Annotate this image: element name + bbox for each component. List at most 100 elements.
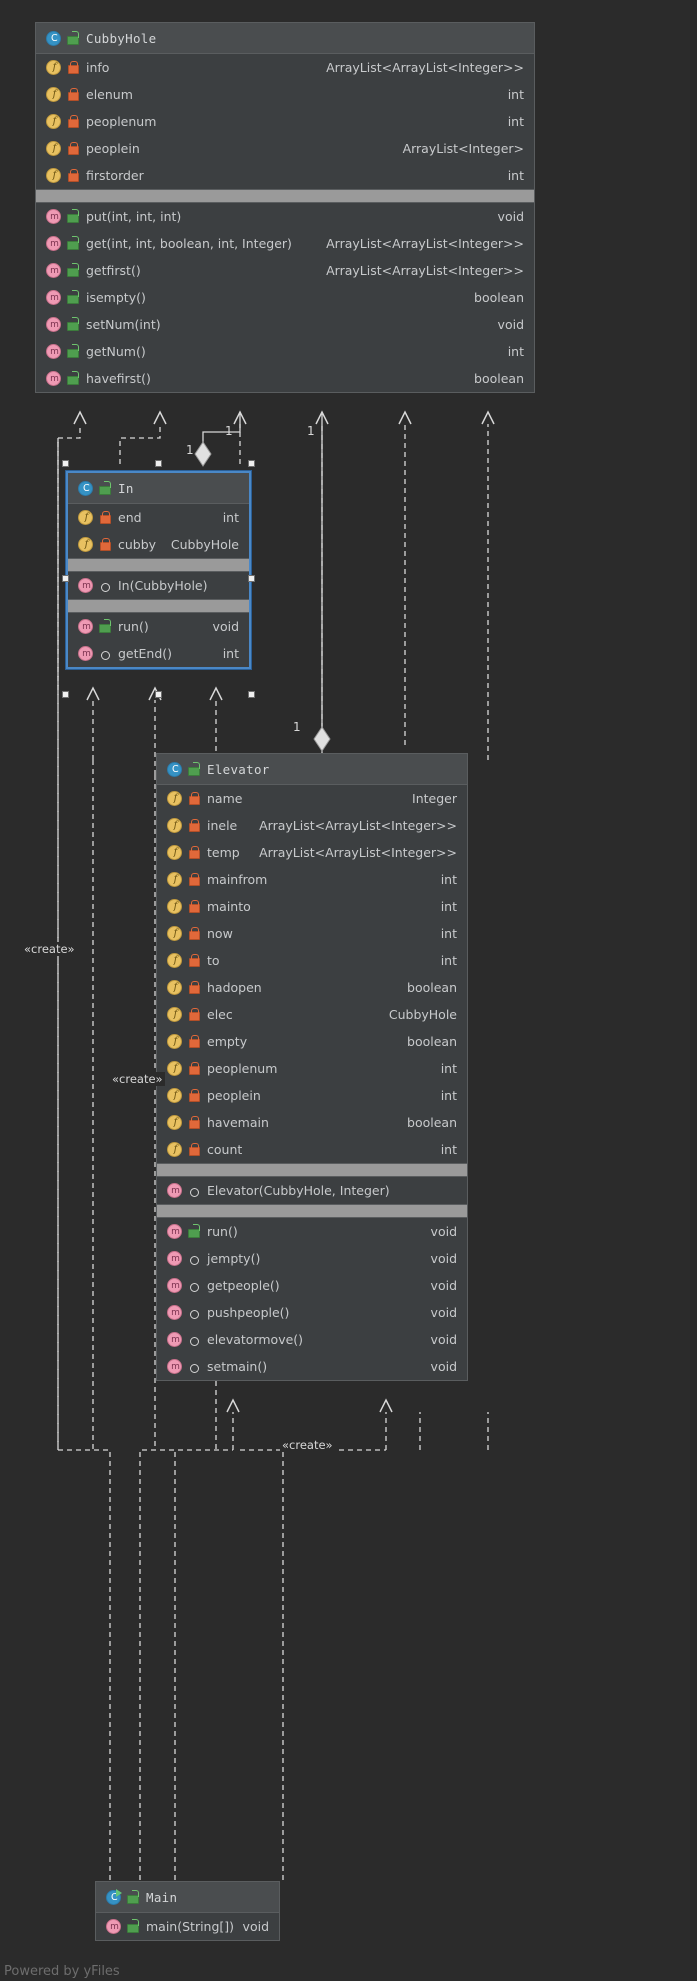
method-row[interactable]: jempty() void (157, 1245, 467, 1272)
circle-package-icon (187, 1359, 200, 1374)
field-row[interactable]: havemain boolean (157, 1109, 467, 1136)
field-icon (167, 926, 183, 941)
method-row[interactable]: elevatormove() void (157, 1326, 467, 1353)
method-name: jempty() (207, 1251, 261, 1266)
field-row[interactable]: elec CubbyHole (157, 1001, 467, 1028)
method-type: boolean (474, 290, 524, 305)
circle-package-icon (187, 1251, 200, 1266)
field-row[interactable]: inele ArrayList<ArrayList<Integer>> (157, 812, 467, 839)
uml-class-main[interactable]: Main main(String[]) void (95, 1881, 280, 1941)
selection-handle-bottom-right[interactable] (248, 691, 255, 698)
method-icon (46, 317, 62, 332)
field-row[interactable]: mainto int (157, 893, 467, 920)
field-row[interactable]: info ArrayList<ArrayList<Integer>> (36, 54, 534, 81)
class-name-label: In (118, 480, 134, 496)
method-type: void (212, 619, 239, 634)
method-name: isempty() (86, 290, 146, 305)
method-row[interactable]: setNum(int) void (36, 311, 534, 338)
method-row[interactable]: run() void (68, 613, 249, 640)
field-type: boolean (407, 980, 457, 995)
field-row[interactable]: peoplenum int (36, 108, 534, 135)
lock-private-icon (187, 818, 200, 833)
field-type: int (440, 926, 457, 941)
field-type: ArrayList<ArrayList<Integer>> (259, 818, 457, 833)
selection-handle-top-right[interactable] (248, 460, 255, 467)
method-type: void (497, 317, 524, 332)
field-row[interactable]: cubby CubbyHole (68, 531, 249, 558)
uml-class-cubbyhole[interactable]: CubbyHole info ArrayList<ArrayList<Integ… (35, 22, 535, 393)
field-row[interactable]: firstorder int (36, 162, 534, 189)
section-divider (36, 189, 534, 203)
diagram-canvas[interactable]: 1 1 1 1 «create» «create» «create» Cubby… (0, 0, 697, 1981)
unlock-public-icon (66, 236, 79, 251)
field-row[interactable]: empty boolean (157, 1028, 467, 1055)
method-row[interactable]: getNum() int (36, 338, 534, 365)
field-name: info (86, 60, 110, 75)
field-name: mainto (207, 899, 251, 914)
lock-private-icon (187, 1007, 200, 1022)
unlock-public-icon (66, 317, 79, 332)
method-row[interactable]: main(String[]) void (96, 1913, 279, 1940)
method-row[interactable]: getfirst() ArrayList<ArrayList<Integer>> (36, 257, 534, 284)
field-row[interactable]: now int (157, 920, 467, 947)
class-header-in[interactable]: In (68, 473, 249, 504)
field-row[interactable]: elenum int (36, 81, 534, 108)
field-row[interactable]: hadopen boolean (157, 974, 467, 1001)
multiplicity-label-elevator-1: 1 (293, 720, 301, 734)
method-name: get(int, int, boolean, int, Integer) (86, 236, 292, 251)
field-type: int (507, 87, 524, 102)
selection-handle-top-left[interactable] (62, 460, 69, 467)
class-icon (46, 30, 62, 46)
method-type: void (430, 1305, 457, 1320)
method-row[interactable]: havefirst() boolean (36, 365, 534, 392)
class-header-cubbyhole[interactable]: CubbyHole (36, 23, 534, 54)
selection-handle-middle-right[interactable] (248, 575, 255, 582)
field-row[interactable]: peoplein int (157, 1082, 467, 1109)
method-name: pushpeople() (207, 1305, 290, 1320)
method-type: int (507, 344, 524, 359)
field-row[interactable]: mainfrom int (157, 866, 467, 893)
composition-diamond-in (194, 441, 212, 467)
method-row[interactable]: isempty() boolean (36, 284, 534, 311)
field-row[interactable]: to int (157, 947, 467, 974)
lock-private-icon (98, 510, 111, 525)
field-row[interactable]: peoplenum int (157, 1055, 467, 1082)
method-icon (46, 371, 62, 386)
method-row[interactable]: pushpeople() void (157, 1299, 467, 1326)
field-type: int (440, 1142, 457, 1157)
field-row[interactable]: end int (68, 504, 249, 531)
method-row[interactable]: put(int, int, int) void (36, 203, 534, 230)
uml-class-elevator[interactable]: Elevator name Integer inele ArrayList<Ar… (156, 753, 468, 1381)
selection-handle-bottom-center[interactable] (155, 691, 162, 698)
field-type: CubbyHole (170, 537, 239, 552)
method-type: void (430, 1251, 457, 1266)
selection-handle-middle-left[interactable] (62, 575, 69, 582)
uml-class-in[interactable]: In end int cubby CubbyHole In(CubbyHole) (66, 471, 251, 669)
selection-handle-bottom-left[interactable] (62, 691, 69, 698)
field-icon (167, 1115, 183, 1130)
method-row[interactable]: setmain() void (157, 1353, 467, 1380)
class-header-elevator[interactable]: Elevator (157, 754, 467, 785)
class-header-main[interactable]: Main (96, 1882, 279, 1913)
multiplicity-label-cubby-1: 1 (307, 424, 315, 438)
field-row[interactable]: temp ArrayList<ArrayList<Integer>> (157, 839, 467, 866)
lock-private-icon (66, 114, 79, 129)
field-row[interactable]: peoplein ArrayList<Integer> (36, 135, 534, 162)
selection-handle-top-center[interactable] (155, 460, 162, 467)
field-type: int (440, 1061, 457, 1076)
unlock-public-icon (187, 761, 200, 777)
constructor-row[interactable]: Elevator(CubbyHole, Integer) (157, 1177, 467, 1204)
unlock-public-icon (66, 290, 79, 305)
constructor-row[interactable]: In(CubbyHole) (68, 572, 249, 599)
field-type: ArrayList<ArrayList<Integer>> (326, 60, 524, 75)
field-icon (167, 818, 183, 833)
method-row[interactable]: getpeople() void (157, 1272, 467, 1299)
method-row[interactable]: getEnd() int (68, 640, 249, 667)
method-row[interactable]: get(int, int, boolean, int, Integer) Arr… (36, 230, 534, 257)
circle-package-icon (98, 578, 111, 593)
field-row[interactable]: count int (157, 1136, 467, 1163)
field-name: peoplenum (207, 1061, 278, 1076)
field-row[interactable]: name Integer (157, 785, 467, 812)
method-name: getNum() (86, 344, 146, 359)
method-row[interactable]: run() void (157, 1218, 467, 1245)
